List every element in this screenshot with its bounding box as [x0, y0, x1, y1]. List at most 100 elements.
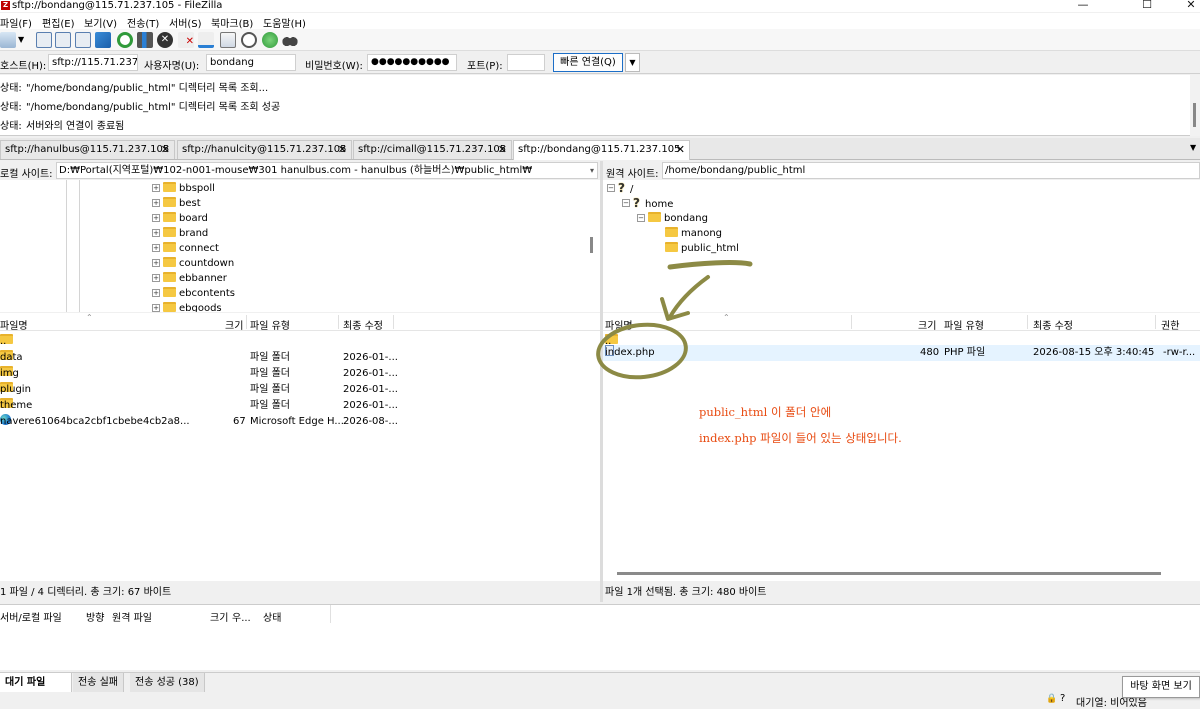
- local-file-row[interactable]: theme 파일 폴더 2026-01-...: [0, 398, 600, 414]
- directory-listing-filters-icon[interactable]: [220, 32, 236, 48]
- menu-bookmarks[interactable]: 북마크(B): [211, 15, 253, 30]
- tree-item-root[interactable]: −? /: [607, 181, 633, 196]
- file-size: 480: [920, 347, 940, 358]
- tree-item-label: ebgoods: [179, 303, 222, 312]
- folder-icon: [163, 242, 176, 252]
- tab-failed-transfers[interactable]: 전송 실패: [73, 673, 124, 692]
- local-tree-scrollbar-thumb[interactable]: [590, 237, 593, 253]
- local-file-row[interactable]: navere61064bca2cbf1cbebe4cb2a8... 67 Mic…: [0, 414, 600, 430]
- toggle-local-tree-icon[interactable]: [55, 32, 71, 48]
- tree-item-public-html[interactable]: public_html: [665, 241, 739, 256]
- maximize-button[interactable]: ☐: [1124, 0, 1170, 12]
- site-manager-dropdown-icon[interactable]: ▼: [18, 35, 24, 44]
- reconnect-icon[interactable]: [198, 32, 214, 48]
- tree-item[interactable]: + board: [152, 211, 208, 226]
- close-button[interactable]: ✕: [1168, 0, 1200, 12]
- queue-column-priority[interactable]: 우...: [232, 609, 251, 624]
- remote-site-bar: 원격 사이트: /home/bondang/public_html: [603, 161, 1200, 180]
- tree-item-label: countdown: [179, 258, 235, 269]
- remote-path-input[interactable]: /home/bondang/public_html: [662, 162, 1200, 179]
- local-file-row[interactable]: ..: [0, 334, 600, 350]
- tree-item[interactable]: + bbspoll: [152, 181, 215, 196]
- queue-column-status[interactable]: 상태: [263, 609, 281, 624]
- column-filename[interactable]: 파일명: [0, 317, 28, 332]
- menu-file[interactable]: 파일(F): [0, 15, 32, 30]
- site-manager-icon[interactable]: [0, 32, 16, 48]
- column-permissions[interactable]: 권한: [1161, 317, 1179, 332]
- tab-hanulbus[interactable]: sftp://hanulbus@115.71.237.105 ✕: [0, 140, 175, 159]
- column-filetype[interactable]: 파일 유형: [944, 317, 984, 332]
- queue-column-local-file[interactable]: 서버/로컬 파일: [0, 609, 62, 624]
- local-file-row[interactable]: plugin 파일 폴더 2026-01-...: [0, 382, 600, 398]
- file-name: data: [0, 352, 23, 363]
- tree-item-home[interactable]: −? home: [622, 196, 673, 211]
- menu-server[interactable]: 서버(S): [169, 15, 202, 30]
- column-size[interactable]: 크기: [918, 317, 936, 332]
- local-site-bar: 로컬 사이트: D:₩Portal(지역포털)₩102-n001-mouse₩3…: [0, 161, 600, 180]
- local-path-dropdown-icon[interactable]: ▾: [590, 163, 594, 178]
- close-tab-icon[interactable]: ✕: [161, 141, 170, 158]
- tab-successful-transfers[interactable]: 전송 성공 (38): [130, 673, 205, 692]
- cancel-operation-icon[interactable]: ✕: [157, 32, 173, 48]
- close-tab-icon[interactable]: ✕: [338, 141, 347, 158]
- password-input[interactable]: ●●●●●●●●●●: [367, 54, 457, 71]
- queue-column-direction[interactable]: 방향: [86, 609, 104, 624]
- toggle-message-log-icon[interactable]: [36, 32, 52, 48]
- tree-item[interactable]: + connect: [152, 241, 219, 256]
- toggle-transfer-queue-icon[interactable]: [95, 32, 111, 48]
- tab-bondang[interactable]: sftp://bondang@115.71.237.105 ✕: [513, 140, 690, 160]
- close-tab-icon[interactable]: ✕: [676, 141, 685, 158]
- local-file-row[interactable]: data 파일 폴더 2026-01-...: [0, 350, 600, 366]
- local-file-row[interactable]: img 파일 폴더 2026-01-...: [0, 366, 600, 382]
- search-files-binoculars-icon[interactable]: [282, 32, 298, 48]
- directory-comparison-icon[interactable]: [241, 32, 257, 48]
- tree-item[interactable]: + ebgoods: [152, 301, 222, 312]
- local-path-input[interactable]: D:₩Portal(지역포털)₩102-n001-mouse₩301 hanul…: [56, 162, 598, 179]
- refresh-icon[interactable]: [117, 32, 133, 48]
- tab-cimall[interactable]: sftp://cimall@115.71.237.105 ✕: [353, 140, 512, 159]
- log-scrollbar[interactable]: [1190, 75, 1200, 136]
- tree-item-manong[interactable]: manong: [665, 226, 722, 241]
- username-input[interactable]: bondang: [206, 54, 296, 71]
- column-size[interactable]: 크기: [225, 317, 243, 332]
- log-scrollbar-thumb[interactable]: [1193, 103, 1196, 127]
- host-input[interactable]: sftp://115.71.237.1: [48, 54, 138, 71]
- port-input[interactable]: [507, 54, 545, 71]
- tree-guide-line: [66, 180, 67, 312]
- menu-edit[interactable]: 편집(E): [42, 15, 75, 30]
- queue-column-size[interactable]: 크기: [210, 609, 228, 624]
- filezilla-logo-icon: Z: [1, 1, 10, 10]
- quickconnect-dropdown-icon[interactable]: ▼: [625, 53, 640, 72]
- process-queue-icon[interactable]: [137, 32, 153, 48]
- tab-queued-files[interactable]: 대기 파일: [0, 673, 72, 692]
- quickconnect-bar: 호스트(H): sftp://115.71.237.1 사용자명(U): bon…: [0, 51, 1200, 74]
- highlight-circle: [596, 322, 688, 380]
- toggle-remote-tree-icon[interactable]: [75, 32, 91, 48]
- column-modified[interactable]: 최종 수정: [343, 317, 383, 332]
- tree-item[interactable]: + ebcontents: [152, 286, 235, 301]
- close-tab-icon[interactable]: ✕: [498, 141, 507, 158]
- column-filetype[interactable]: 파일 유형: [250, 317, 290, 332]
- remote-list-hscrollbar[interactable]: [617, 572, 1161, 575]
- tree-item-bondang[interactable]: − bondang: [637, 211, 708, 226]
- column-modified[interactable]: 최종 수정: [1033, 317, 1073, 332]
- quickconnect-button[interactable]: 빠른 연결(Q): [553, 53, 623, 72]
- minimize-button[interactable]: —: [1060, 0, 1106, 12]
- tree-item-label: bondang: [664, 213, 708, 224]
- menu-transfer[interactable]: 전송(T): [127, 15, 159, 30]
- disconnect-icon[interactable]: ✕: [178, 32, 194, 48]
- log-text: "/home/bondang/public_html" 디렉터리 목록 조회 성…: [26, 102, 281, 113]
- host-label: 호스트(H):: [0, 61, 47, 72]
- synchronized-browsing-icon[interactable]: [262, 32, 278, 48]
- tree-item[interactable]: + countdown: [152, 256, 234, 271]
- tree-item[interactable]: + best: [152, 196, 201, 211]
- column-separator: [330, 605, 331, 623]
- tree-item[interactable]: + ebbanner: [152, 271, 227, 286]
- queue-column-remote-file[interactable]: 원격 파일: [112, 609, 152, 624]
- tab-hanulcity[interactable]: sftp://hanulcity@115.71.237.105 ✕: [177, 140, 352, 159]
- menu-view[interactable]: 보기(V): [84, 15, 117, 30]
- tabs-dropdown-icon[interactable]: ▼: [1190, 143, 1196, 152]
- folder-icon: [163, 287, 176, 297]
- tree-item[interactable]: + brand: [152, 226, 208, 241]
- menu-help[interactable]: 도움말(H): [263, 15, 306, 30]
